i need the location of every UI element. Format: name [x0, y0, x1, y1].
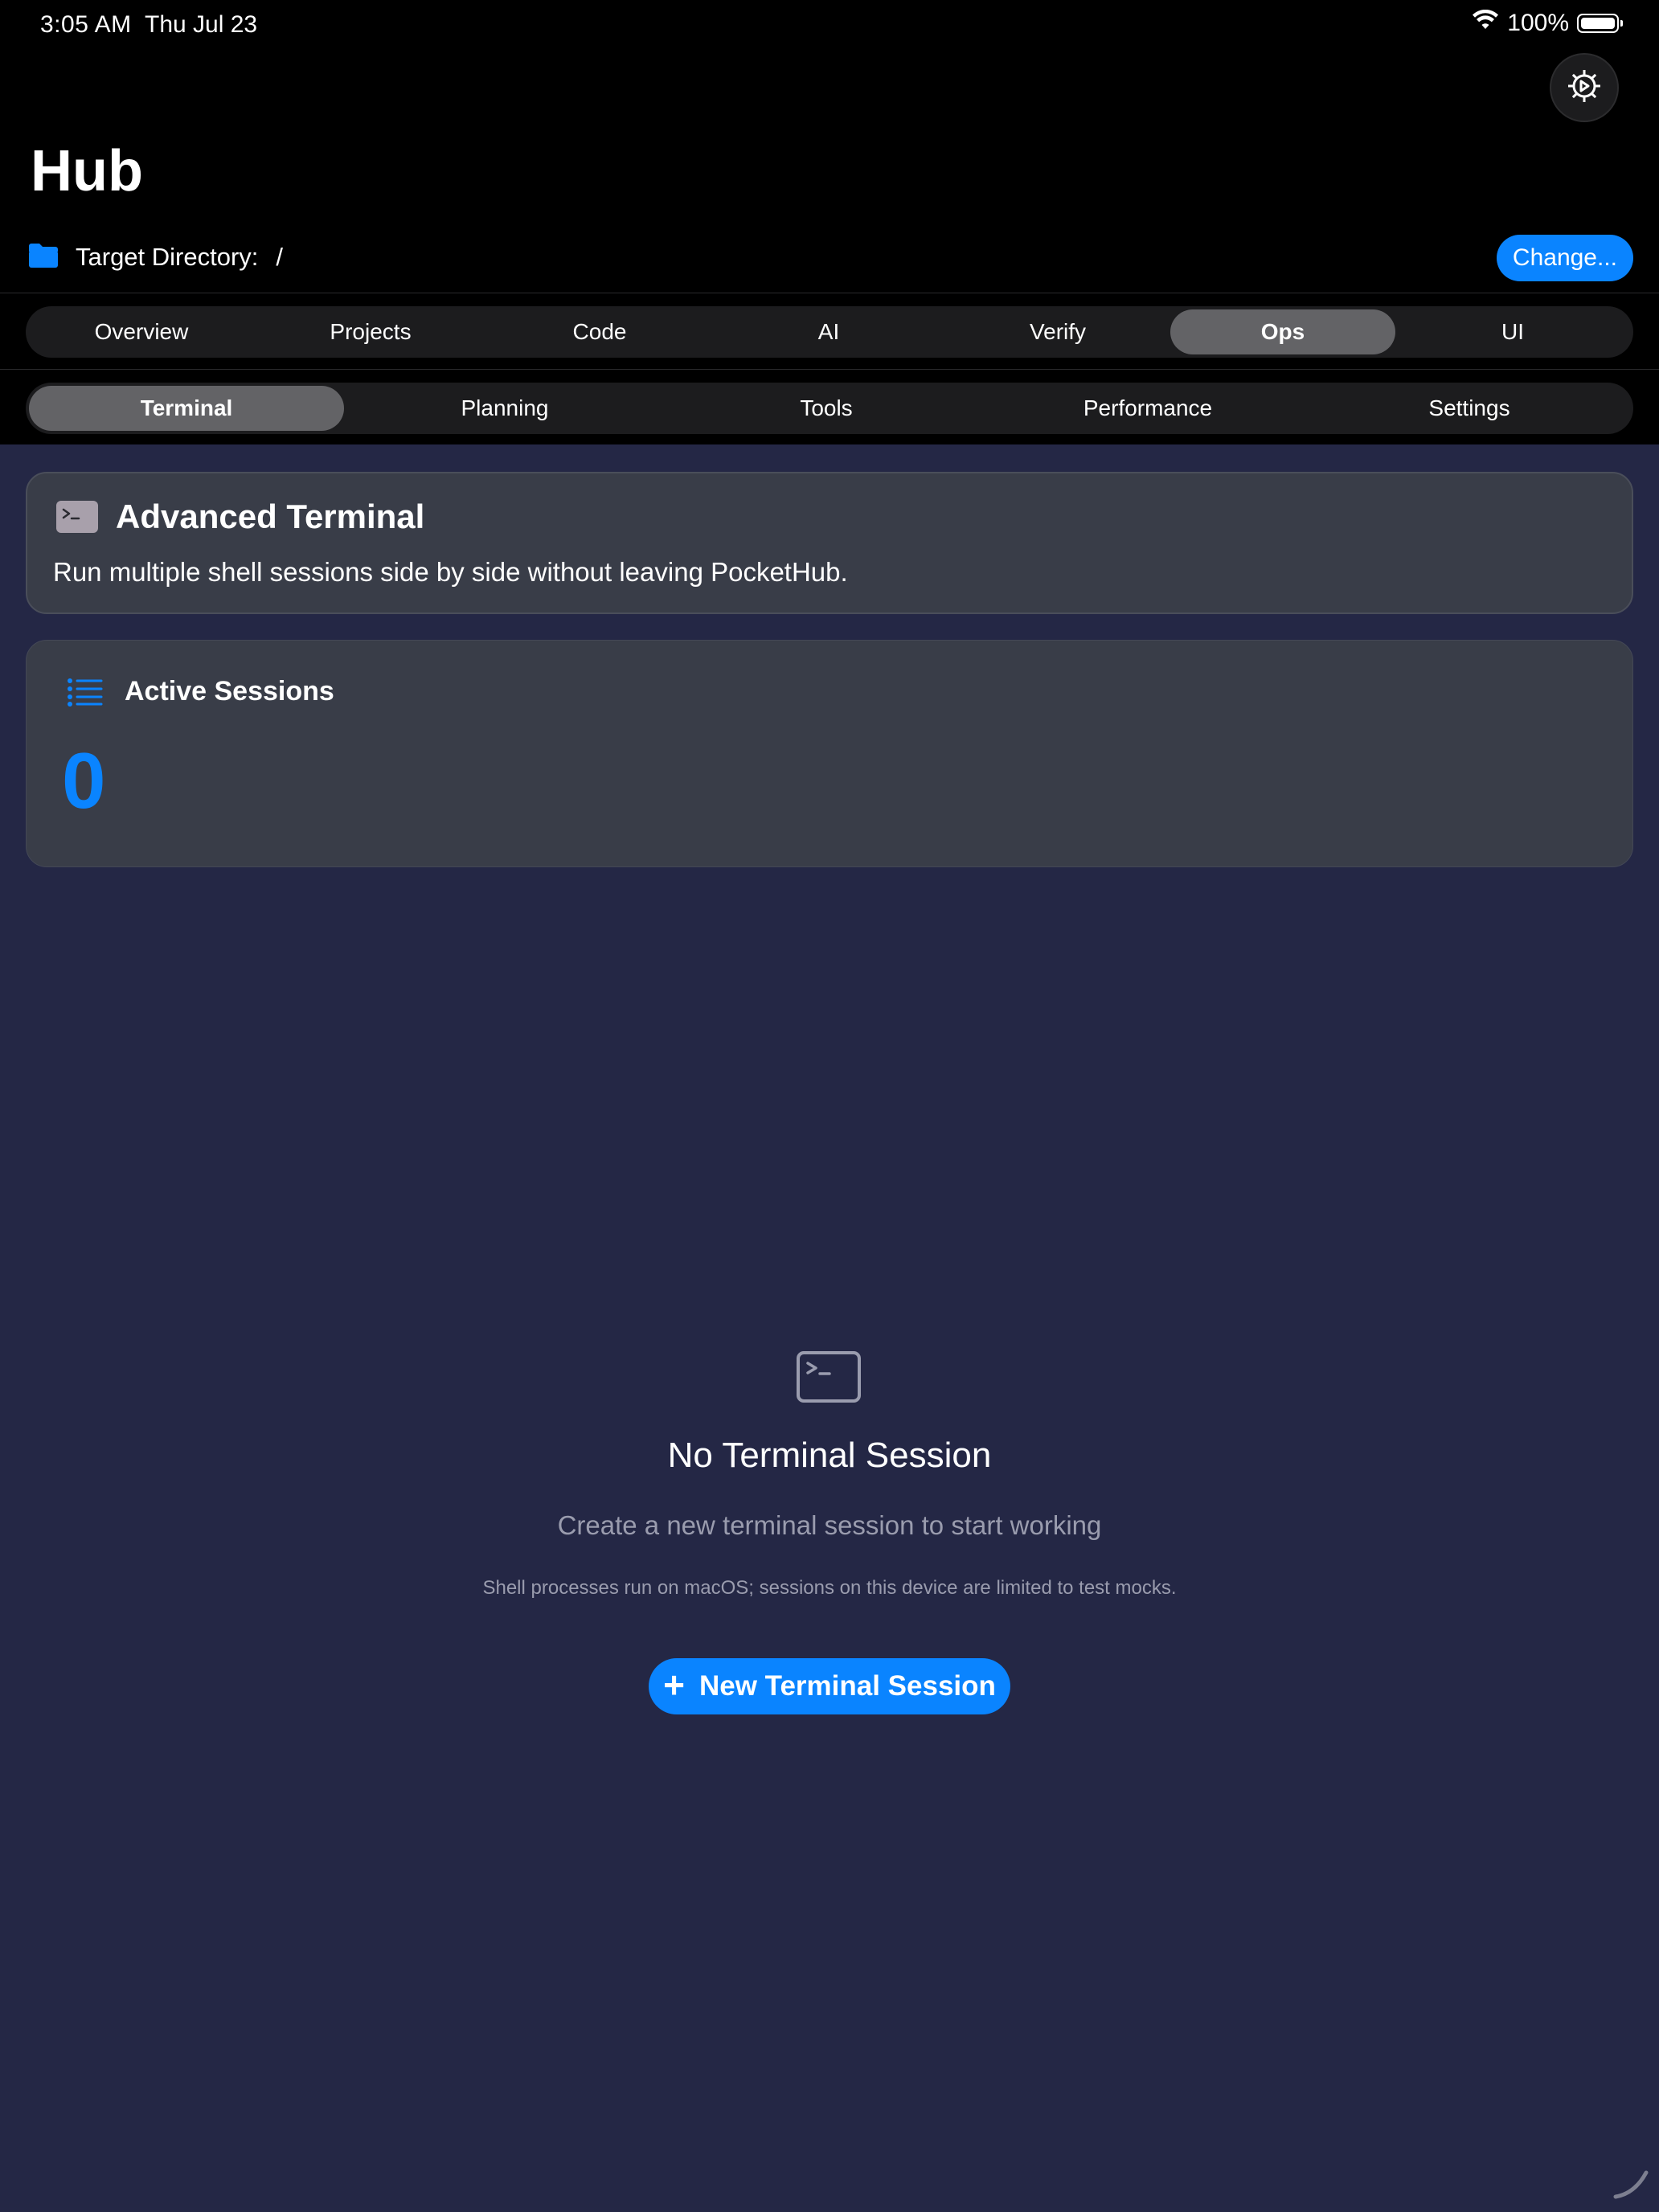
sessions-title: Active Sessions	[125, 676, 334, 707]
sub-tabs: Terminal Planning Tools Performance Sett…	[26, 383, 1633, 434]
tab-projects[interactable]: Projects	[254, 309, 487, 354]
tab-overview[interactable]: Overview	[29, 309, 254, 354]
tab-ops[interactable]: Ops	[1170, 309, 1395, 354]
resize-handle-icon	[1611, 2161, 1651, 2206]
plus-icon: +	[663, 1664, 685, 1706]
card-subtitle: Run multiple shell sessions side by side…	[53, 557, 848, 587]
tab-ui[interactable]: UI	[1395, 309, 1630, 354]
tab-planning[interactable]: Planning	[344, 386, 666, 431]
battery-percent: 100%	[1507, 10, 1569, 36]
target-directory-label: Target Directory:	[76, 243, 259, 271]
target-directory: Target Directory: /	[27, 238, 283, 276]
divider	[0, 369, 1659, 370]
gear-icon	[1564, 66, 1604, 110]
status-date: Thu Jul 23	[145, 11, 258, 38]
status-time: 3:05 AM	[40, 11, 132, 38]
sessions-count: 0	[62, 736, 106, 825]
target-directory-value: /	[276, 243, 284, 271]
active-sessions-card: Active Sessions 0	[26, 640, 1633, 867]
tab-terminal[interactable]: Terminal	[29, 386, 344, 431]
tab-settings[interactable]: Settings	[1309, 386, 1630, 431]
terminal-icon	[796, 1350, 862, 1407]
tab-tools[interactable]: Tools	[666, 386, 987, 431]
main-tabs: Overview Projects Code AI Verify Ops UI	[26, 306, 1633, 358]
status-indicators: 100%	[1472, 9, 1623, 37]
empty-state-note: Shell processes run on macOS; sessions o…	[482, 1577, 1177, 1599]
page-title: Hub	[31, 139, 143, 203]
empty-state-subtitle: Create a new terminal session to start w…	[557, 1510, 1102, 1540]
card-title: Advanced Terminal	[116, 498, 425, 535]
battery-icon	[1577, 14, 1623, 33]
new-terminal-session-button[interactable]: + New Terminal Session	[649, 1658, 1010, 1714]
tab-verify[interactable]: Verify	[945, 309, 1170, 354]
advanced-terminal-card: Advanced Terminal Run multiple shell ses…	[26, 472, 1633, 614]
folder-icon	[27, 243, 59, 272]
settings-button[interactable]	[1550, 53, 1619, 122]
tab-ai[interactable]: AI	[712, 309, 945, 354]
change-directory-button[interactable]: Change...	[1496, 235, 1633, 281]
terminal-icon	[56, 501, 98, 533]
new-terminal-session-label: New Terminal Session	[698, 1670, 996, 1702]
empty-state-title: No Terminal Session	[667, 1436, 992, 1475]
wifi-icon	[1472, 9, 1499, 37]
list-icon	[67, 678, 104, 711]
tab-performance[interactable]: Performance	[987, 386, 1309, 431]
tab-code[interactable]: Code	[487, 309, 712, 354]
